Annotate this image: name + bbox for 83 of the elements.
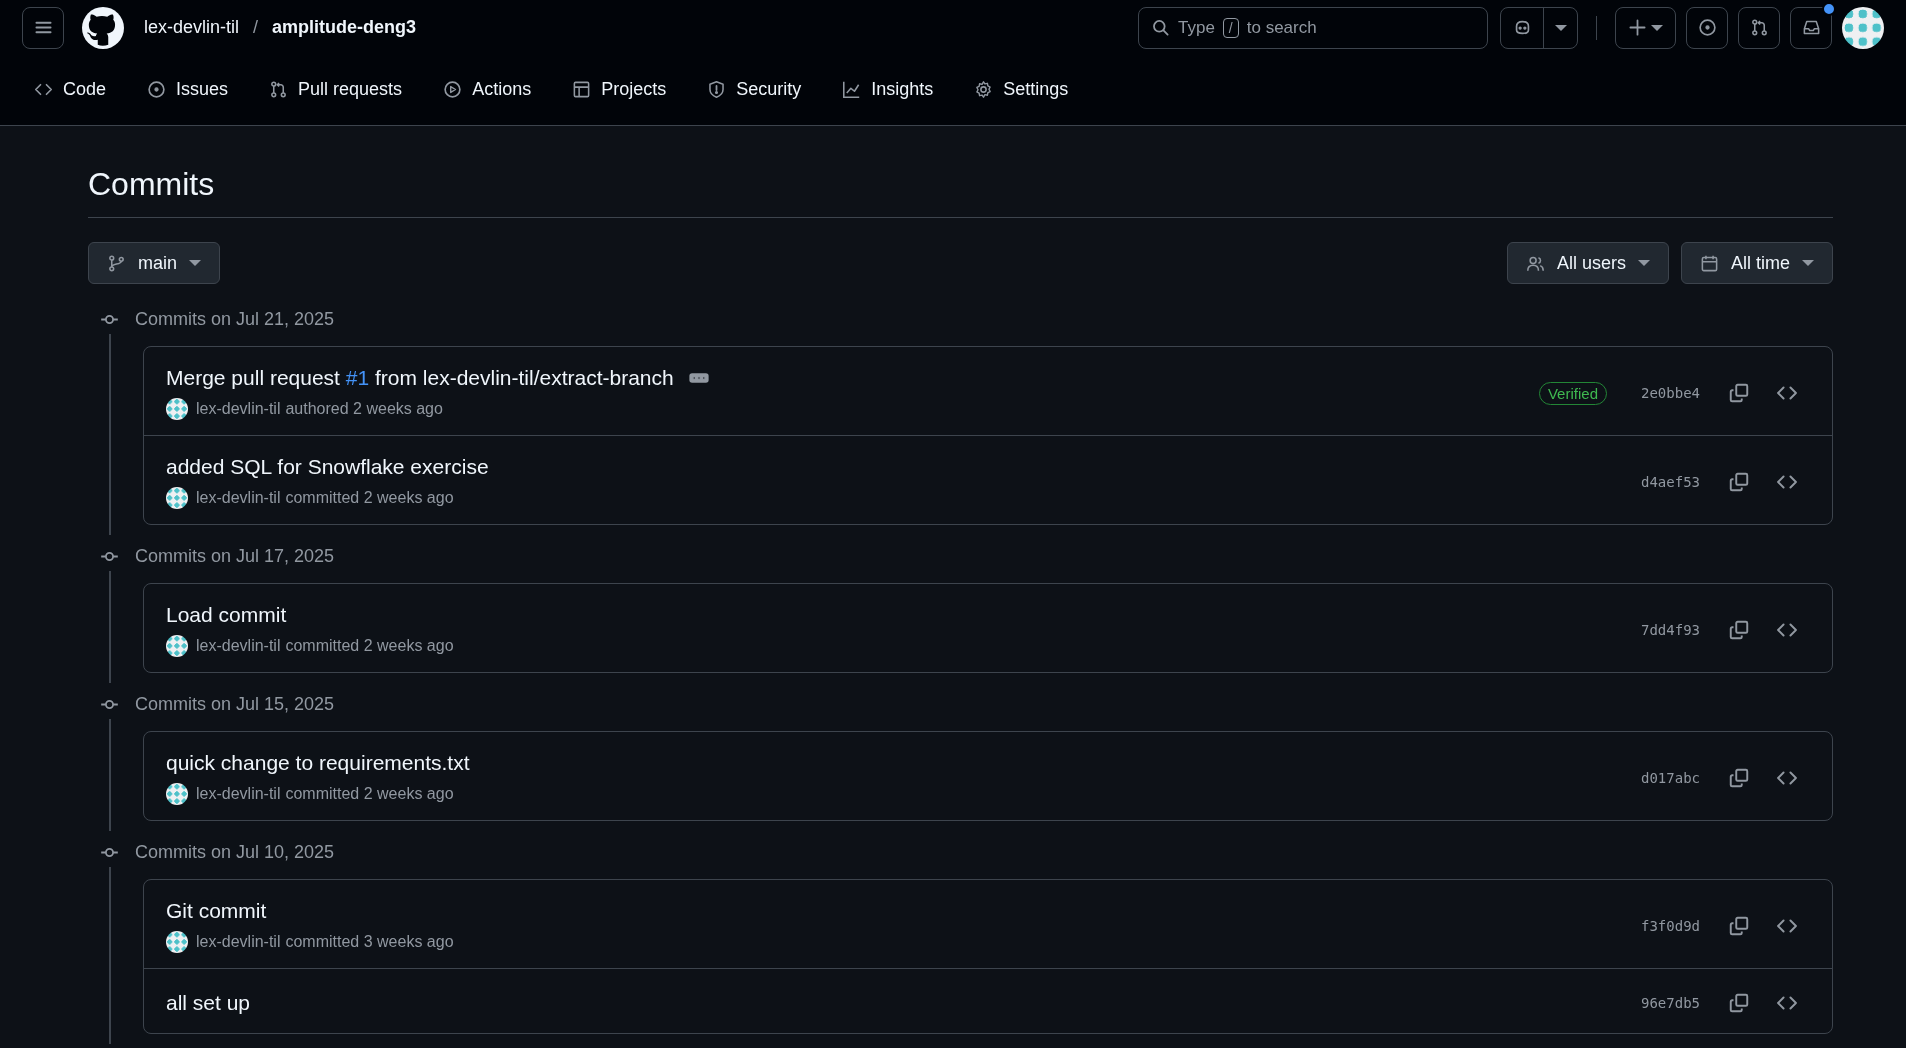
settings-icon — [974, 79, 994, 99]
commit-time: committed 2 weeks ago — [285, 785, 454, 803]
commit-time: committed 2 weeks ago — [285, 489, 454, 507]
users-filter-button[interactable]: All users — [1506, 242, 1669, 284]
commit-hash[interactable]: 2e0bbe4 — [1641, 385, 1700, 401]
nav-tab[interactable]: Issues — [137, 65, 239, 115]
menu-button[interactable] — [22, 6, 64, 49]
nav-tab[interactable]: Insights — [832, 65, 944, 115]
commit-hash[interactable]: 7dd4f93 — [1641, 622, 1700, 638]
pull-request-icon — [1749, 18, 1769, 37]
copy-icon — [1728, 619, 1750, 641]
nav-tab[interactable]: Code — [24, 65, 117, 115]
copy-icon — [1728, 992, 1750, 1014]
shortcut-key: / — [1222, 17, 1239, 38]
commit-time: authored 2 weeks ago — [285, 400, 443, 418]
inbox-button[interactable] — [1790, 6, 1832, 49]
branch-select-button[interactable]: main — [88, 242, 220, 284]
commit-message[interactable]: quick change to requirements.txt — [166, 751, 470, 775]
commit-message[interactable]: Load commit — [166, 603, 287, 627]
path-separator: / — [253, 17, 259, 38]
plus-icon — [1628, 18, 1647, 37]
nav-tab[interactable]: Projects — [562, 65, 677, 115]
pull-request-link[interactable]: #1 — [345, 366, 370, 389]
search-icon — [1151, 18, 1170, 37]
author-link[interactable]: lex-devlin-til — [196, 933, 281, 951]
copy-icon — [1728, 915, 1750, 937]
author-avatar — [166, 931, 188, 953]
issue-icon — [147, 79, 167, 99]
author-avatar — [166, 635, 188, 657]
date-heading: Commits on Jul 17, 2025 — [135, 545, 335, 567]
caret-icon — [1802, 260, 1814, 266]
owner-link[interactable]: lex-devlin-til — [144, 17, 240, 38]
nav-tab[interactable]: Security — [697, 65, 812, 115]
commit-message[interactable]: Merge pull request #1 from lex-devlin-til/extract-branch — [166, 366, 674, 390]
caret-icon — [1638, 260, 1650, 266]
author-link[interactable]: lex-devlin-til — [196, 637, 281, 655]
logo-icon[interactable] — [82, 6, 124, 49]
inbox-icon — [1801, 18, 1821, 37]
issues-button[interactable] — [1686, 6, 1728, 49]
shield-icon — [707, 79, 727, 99]
copy-icon — [1728, 471, 1750, 493]
caret-icon — [1554, 24, 1567, 31]
copy-icon — [1728, 767, 1750, 789]
commit-message[interactable]: all set up — [166, 991, 251, 1015]
date-heading: Commits on Jul 21, 2025 — [135, 308, 335, 330]
author-link[interactable]: lex-devlin-til — [196, 785, 281, 803]
graph-icon — [842, 79, 862, 99]
date-heading: Commits on Jul 10, 2025 — [135, 841, 335, 863]
commit-message[interactable]: Git commit — [166, 899, 267, 923]
search-field[interactable]: Type / to search — [1138, 6, 1488, 49]
author-avatar — [166, 487, 188, 509]
author-link[interactable]: lex-devlin-til — [196, 489, 281, 507]
branch-icon — [107, 253, 126, 273]
commit-time: committed 3 weeks ago — [285, 933, 454, 951]
commit-message[interactable]: added SQL for Snowflake exercise — [166, 455, 489, 479]
commit-hash[interactable]: 96e7db5 — [1641, 995, 1700, 1011]
author-link[interactable]: lex-devlin-til — [196, 400, 281, 418]
calendar-icon — [1700, 253, 1719, 273]
pull-request-icon — [269, 79, 289, 99]
page-title: Commits — [88, 126, 1833, 218]
nav-tab[interactable]: Actions — [433, 65, 542, 115]
author-avatar — [166, 783, 188, 805]
repo-link[interactable]: amplitude-deng3 — [272, 17, 417, 38]
issue-icon — [1697, 18, 1717, 37]
date-heading: Commits on Jul 15, 2025 — [135, 693, 335, 715]
commit-hash[interactable]: d017abc — [1641, 770, 1700, 786]
nav-tab[interactable]: Pull requests — [259, 65, 413, 115]
caret-icon — [189, 260, 201, 266]
copy-icon — [1728, 382, 1750, 404]
create-new-button[interactable] — [1615, 6, 1676, 49]
search-placeholder: to search — [1246, 17, 1317, 38]
user-avatar[interactable] — [1842, 6, 1884, 49]
nav-tab[interactable]: Settings — [964, 65, 1079, 115]
caret-icon — [1651, 24, 1663, 31]
table-icon — [572, 79, 592, 99]
commit-hash[interactable]: d4aef53 — [1641, 474, 1700, 490]
pull-requests-button[interactable] — [1738, 6, 1780, 49]
commit-hash[interactable]: f3f0d9d — [1641, 918, 1700, 934]
author-avatar — [166, 398, 188, 420]
play-icon — [443, 79, 463, 99]
time-filter-button[interactable]: All time — [1681, 242, 1833, 284]
commit-time: committed 2 weeks ago — [285, 637, 454, 655]
search-placeholder: Type — [1178, 17, 1215, 38]
